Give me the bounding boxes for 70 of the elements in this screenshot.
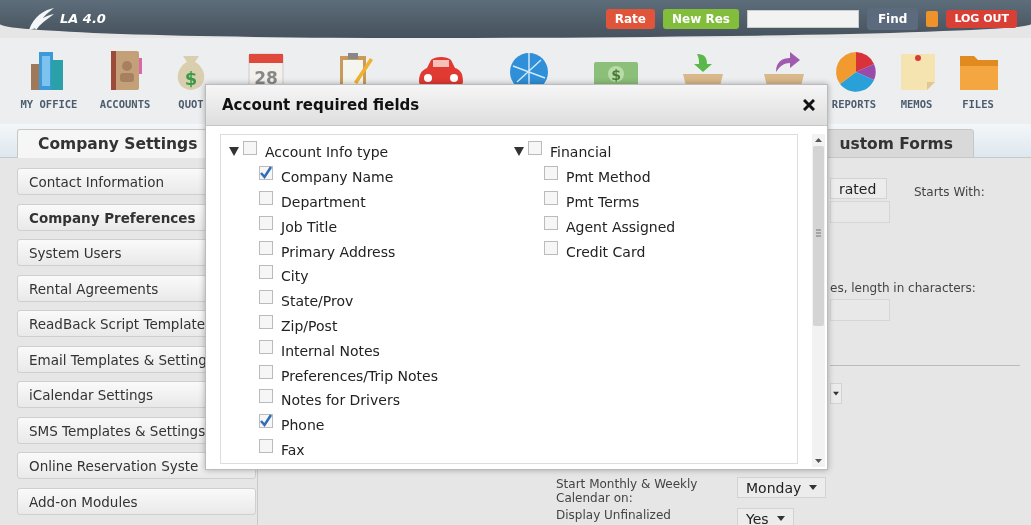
tree-item[interactable]: Pmt Method	[566, 167, 651, 189]
tree-item[interactable]: Account Info type	[265, 142, 389, 164]
tree-item[interactable]: Primary Address	[281, 241, 396, 263]
checkbox[interactable]	[259, 314, 273, 329]
tree-item[interactable]: Notes for Drivers	[281, 390, 400, 412]
checkbox[interactable]	[528, 141, 542, 156]
checkbox[interactable]	[544, 166, 558, 181]
logo-text: LA 4.0	[60, 10, 106, 29]
checkbox[interactable]	[259, 389, 273, 404]
logo-icon	[26, 6, 56, 32]
tree-item[interactable]: Phone	[281, 415, 325, 437]
tree-item[interactable]: Pmt Terms	[566, 192, 640, 213]
tree-item[interactable]: Agent Assigned	[566, 216, 676, 238]
checkbox[interactable]	[259, 215, 273, 230]
field-label: es, length in characters:	[830, 280, 977, 297]
field-label: Display Unfinalized	[556, 508, 672, 522]
checked-checkbox[interactable]	[259, 166, 273, 181]
tree-item[interactable]: Credit Card	[566, 241, 646, 263]
tree-item[interactable]: Department	[281, 192, 366, 213]
yes-no-select[interactable]: Yes	[737, 508, 794, 525]
expanded-arrow-icon[interactable]	[229, 146, 239, 156]
tree-item[interactable]: Job Title	[281, 216, 338, 238]
toolbar-label[interactable]: ACCOUNTS	[99, 97, 151, 113]
numbering-select[interactable]: rated	[830, 178, 887, 199]
tree-item[interactable]: Financial	[550, 142, 612, 164]
tree-item[interactable]: Zip/Post	[281, 315, 338, 337]
logout-button[interactable]: LOG OUT	[946, 10, 1017, 28]
caret-icon	[809, 485, 818, 490]
rate-button[interactable]: Rate	[605, 9, 655, 29]
checkbox[interactable]	[243, 141, 257, 156]
checkbox[interactable]	[259, 240, 273, 255]
tree-item[interactable]: Fax	[281, 439, 305, 461]
checkbox[interactable]	[259, 438, 273, 453]
sidebar-item[interactable]: Add-on Modules	[17, 487, 256, 515]
expanded-arrow-icon[interactable]	[514, 146, 524, 156]
calendar-date: 28	[254, 68, 278, 88]
caret-icon	[833, 391, 839, 396]
weekday-select[interactable]: Monday	[737, 477, 827, 498]
select-field[interactable]	[830, 383, 842, 404]
checkbox[interactable]	[259, 191, 273, 205]
toolbar-label[interactable]: REPORTS	[831, 97, 877, 113]
find-button[interactable]: Find	[866, 8, 919, 30]
checkbox[interactable]	[259, 265, 273, 280]
toolbar-label[interactable]: MEMOS	[900, 97, 933, 113]
checkbox[interactable]	[259, 290, 273, 305]
indicator-icon	[926, 11, 939, 27]
search-field[interactable]	[746, 10, 859, 28]
tree-item[interactable]: Internal Notes	[281, 340, 380, 362]
tree-item[interactable]: Company Name	[281, 167, 394, 189]
checked-checkbox[interactable]	[259, 414, 273, 429]
toolbar-label[interactable]: QUOT	[178, 97, 204, 113]
checkbox[interactable]	[544, 215, 558, 230]
checkbox[interactable]	[259, 339, 273, 354]
field-label: Starts With:	[914, 184, 985, 201]
checkbox[interactable]	[544, 191, 558, 205]
tree-item[interactable]: State/Prov	[281, 291, 354, 313]
tree-item[interactable]: Preferences/Trip Notes	[281, 365, 438, 387]
tree-item[interactable]: City	[281, 266, 309, 288]
dialog-title: Account required fields	[222, 94, 420, 116]
dollar-sign: $	[611, 67, 621, 83]
caret-icon	[776, 516, 785, 521]
toolbar-label[interactable]: MY OFFICE	[20, 97, 78, 113]
checkbox[interactable]	[544, 240, 558, 255]
close-icon[interactable]	[803, 99, 815, 111]
field-label: Start Monthly & Weekly Calendar on:	[556, 477, 699, 505]
checkbox[interactable]	[259, 364, 273, 379]
starts-with-field[interactable]	[830, 201, 890, 223]
toolbar-label[interactable]: FILES	[962, 97, 994, 113]
dollar-sign: $	[184, 68, 198, 89]
length-field[interactable]	[830, 299, 890, 321]
